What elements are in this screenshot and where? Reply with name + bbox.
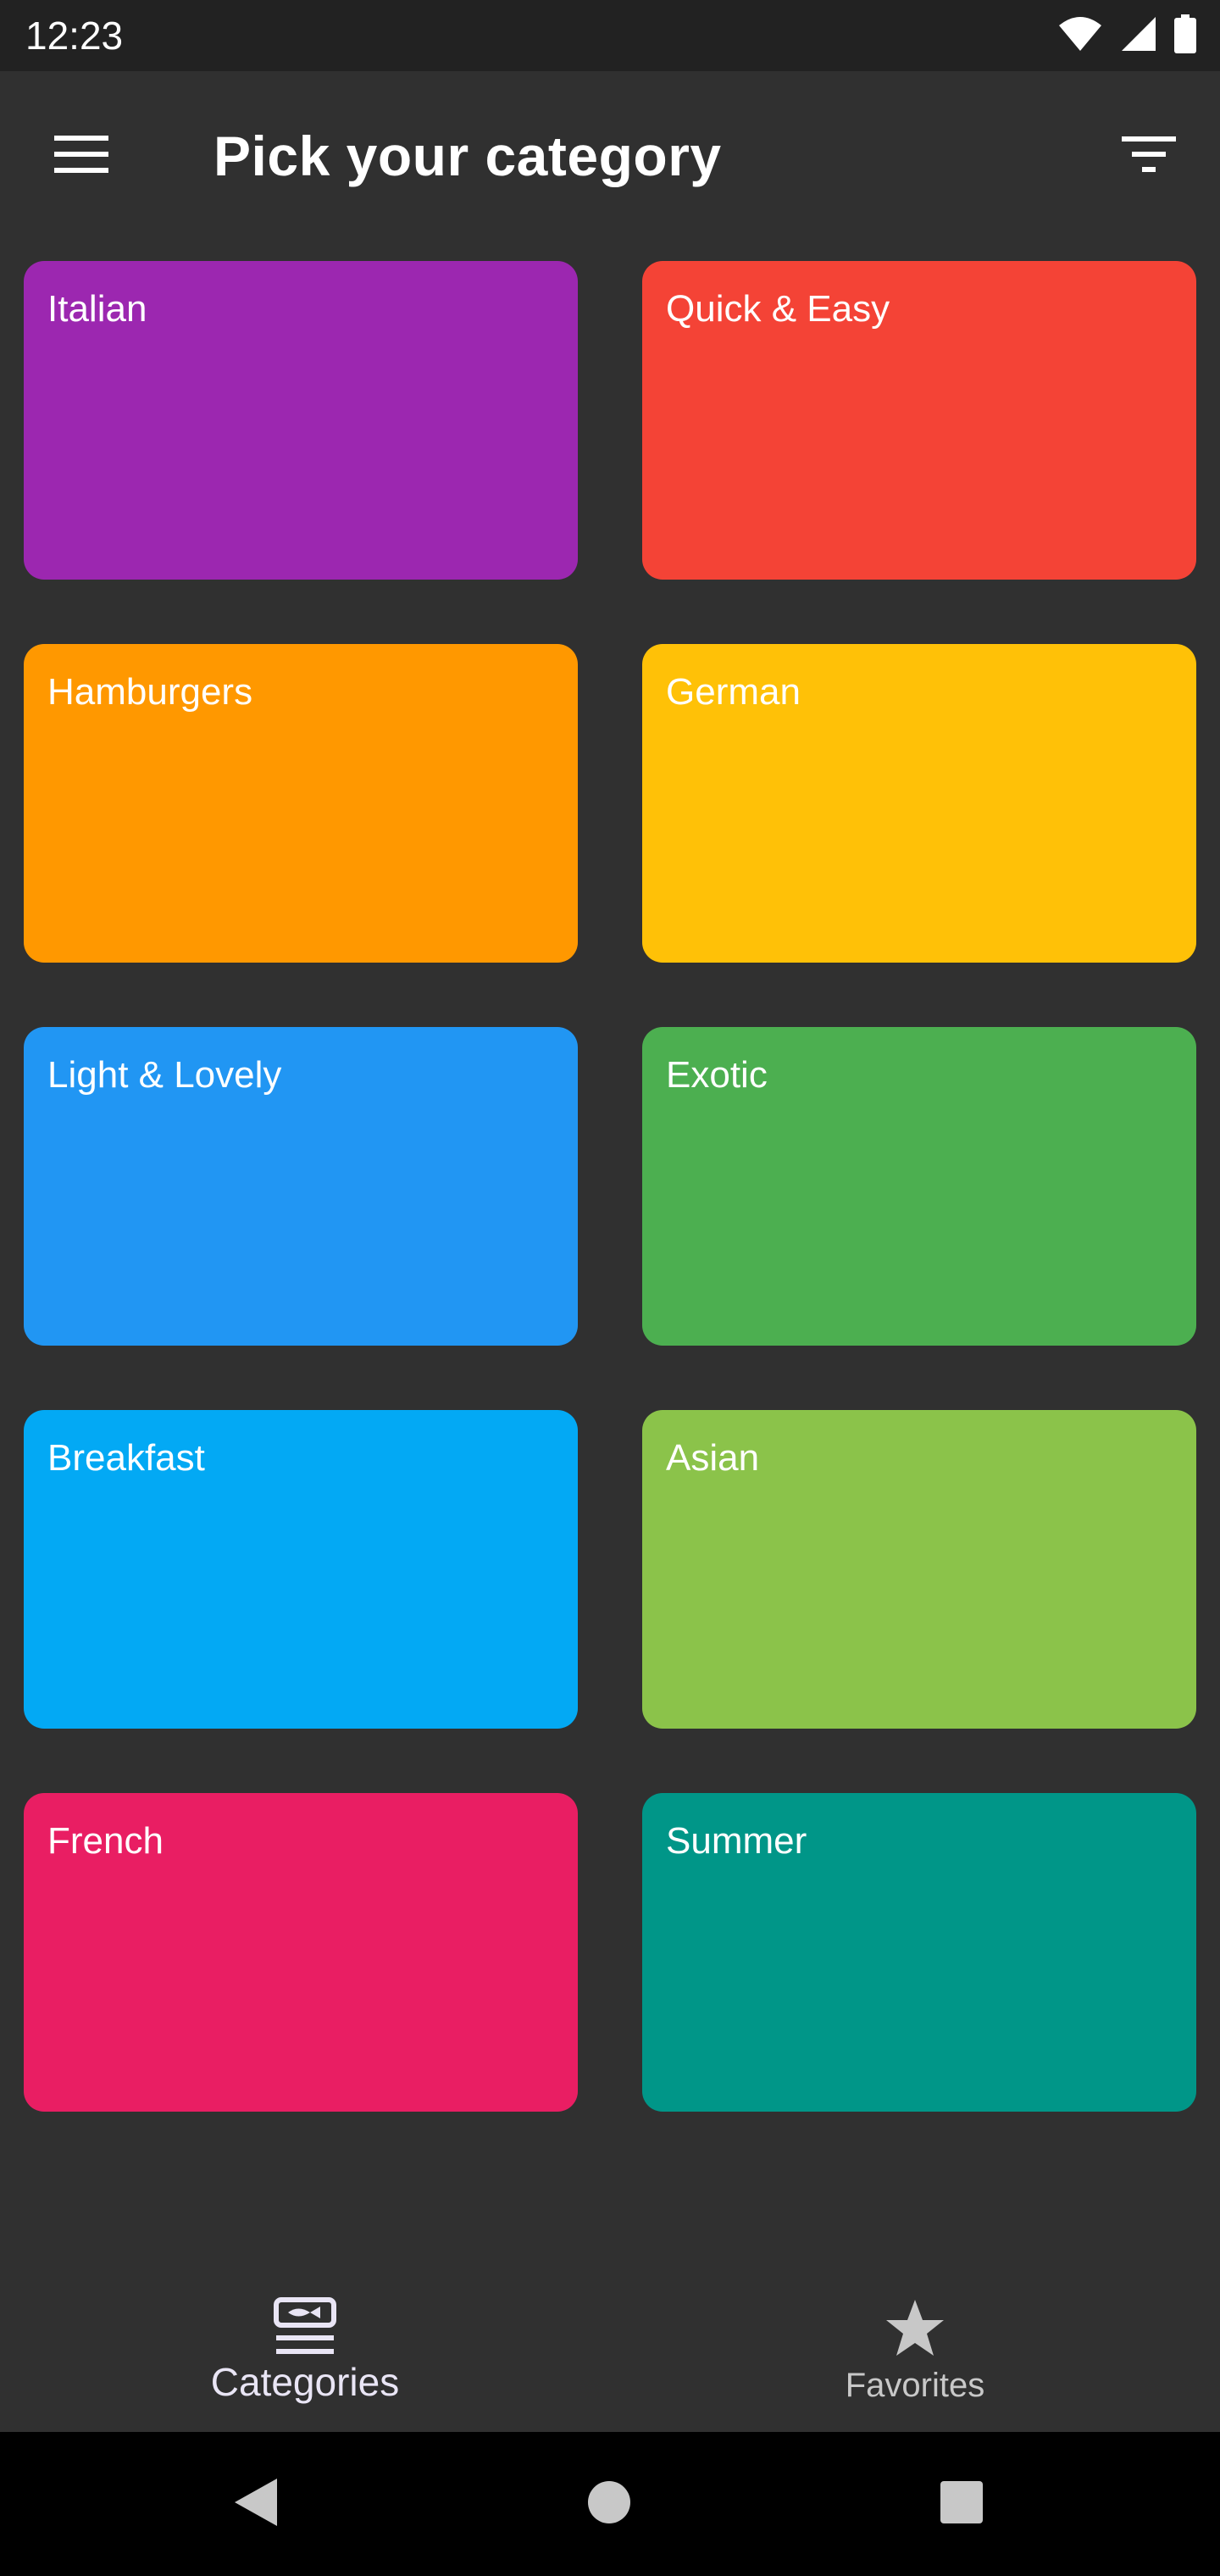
category-tile-summer[interactable]: Summer [642,1793,1196,2112]
category-label: Breakfast [47,1437,205,1479]
category-tile-german[interactable]: German [642,644,1196,963]
category-label: Summer [666,1820,807,1862]
status-time: 12:23 [25,14,124,58]
category-grid: Italian Quick & Easy Hamburgers German L… [24,261,1196,2112]
category-label: Exotic [666,1054,768,1096]
star-icon [883,2296,947,2361]
filter-button[interactable] [1108,115,1190,197]
recents-icon [939,2479,984,2529]
category-label: Quick & Easy [666,288,890,330]
app-bar: Pick your category [0,71,1220,237]
category-tile-light-lovely[interactable]: Light & Lovely [24,1027,578,1346]
category-label: French [47,1820,164,1862]
category-label: Hamburgers [47,671,253,713]
category-tile-exotic[interactable]: Exotic [642,1027,1196,1346]
battery-icon [1174,14,1196,58]
category-tile-asian[interactable]: Asian [642,1410,1196,1729]
category-tile-breakfast[interactable]: Breakfast [24,1410,578,1729]
back-icon [231,2477,279,2532]
home-button[interactable] [571,2466,647,2542]
category-tile-hamburgers[interactable]: Hamburgers [24,644,578,963]
category-label: Asian [666,1437,760,1479]
nav-tab-favorites[interactable]: Favorites [610,2244,1220,2432]
category-label: Italian [47,288,147,330]
status-icons [1057,14,1196,58]
home-icon [586,2479,632,2529]
status-bar: 12:23 [0,0,1220,71]
nav-label-categories: Categories [210,2360,400,2404]
menu-button[interactable] [41,115,122,197]
wifi-icon [1057,15,1103,57]
nav-tab-categories[interactable]: Categories [0,2244,610,2432]
page-title: Pick your category [214,125,722,187]
category-label: German [666,671,801,713]
category-tile-quick-easy[interactable]: Quick & Easy [642,261,1196,580]
category-tile-italian[interactable]: Italian [24,261,578,580]
category-icon [273,2296,337,2361]
hamburger-menu-icon [54,134,108,179]
back-button[interactable] [217,2466,293,2542]
category-label: Light & Lovely [47,1054,282,1096]
nav-label-favorites: Favorites [845,2367,985,2404]
system-navigation-bar [0,2432,1220,2576]
bottom-navigation: Categories Favorites [0,2244,1220,2432]
cell-signal-icon [1120,15,1157,57]
category-tile-french[interactable]: French [24,1793,578,2112]
recents-button[interactable] [923,2466,1000,2542]
filter-icon [1122,135,1176,178]
